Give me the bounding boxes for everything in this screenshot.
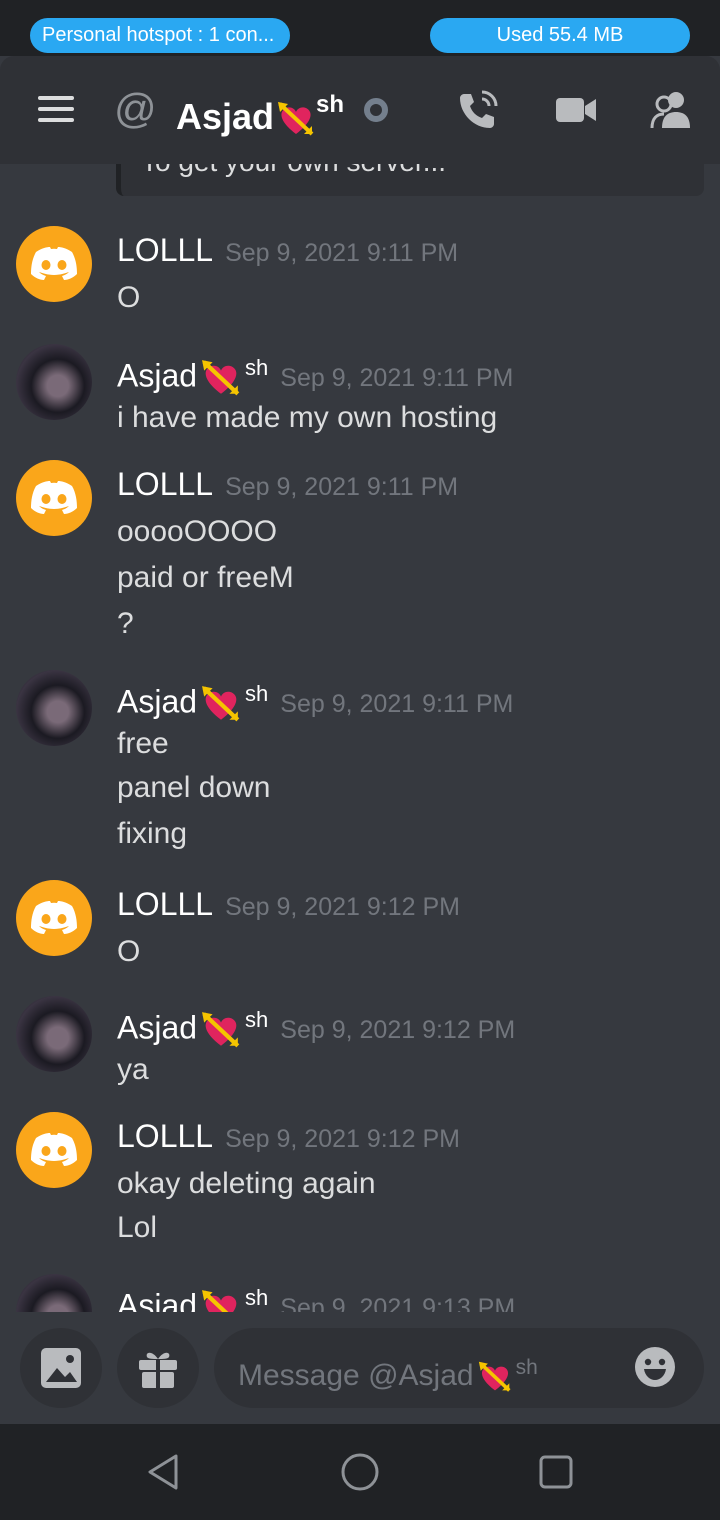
hotspot-status-pill[interactable]: Personal hotspot : 1 con... bbox=[30, 18, 290, 53]
channel-name: Asjad bbox=[176, 96, 275, 137]
timestamp: Sep 9, 2021 9:11 PM bbox=[225, 238, 459, 267]
message-author-line: Asjad sh Sep 9, 2021 9:11 PM bbox=[117, 674, 513, 724]
heart-arrow-emoji bbox=[478, 1361, 511, 1392]
members-icon[interactable] bbox=[650, 88, 694, 132]
embed-text: To get your own server... bbox=[141, 164, 446, 178]
status-indicator bbox=[364, 98, 388, 122]
call-icon[interactable] bbox=[456, 88, 500, 132]
avatar[interactable] bbox=[16, 670, 92, 746]
image-upload-button[interactable] bbox=[20, 1328, 102, 1408]
message-text: ooooOOOO bbox=[117, 515, 278, 548]
author-suffix: sh bbox=[245, 355, 269, 380]
image-icon bbox=[41, 1348, 81, 1388]
avatar[interactable] bbox=[16, 1274, 92, 1312]
author-name[interactable]: LOLLL bbox=[117, 466, 213, 502]
timestamp: Sep 9, 2021 9:11 PM bbox=[280, 364, 514, 393]
video-icon[interactable] bbox=[554, 88, 598, 132]
message-author-line: LOLLL Sep 9, 2021 9:12 PM bbox=[117, 1116, 460, 1159]
discord-logo-icon bbox=[31, 1133, 77, 1166]
message-input[interactable]: Message @Asjad sh bbox=[214, 1328, 704, 1408]
message-text: free bbox=[117, 727, 169, 760]
author-name[interactable]: Asjad bbox=[117, 1288, 197, 1312]
avatar[interactable] bbox=[16, 996, 92, 1072]
author-suffix: sh bbox=[245, 1007, 269, 1032]
avatar[interactable] bbox=[16, 460, 92, 536]
message-text: okay deleting again bbox=[117, 1167, 376, 1200]
discord-logo-icon bbox=[31, 481, 77, 514]
timestamp: Sep 9, 2021 9:11 PM bbox=[280, 690, 514, 719]
hamburger-icon[interactable] bbox=[38, 96, 74, 122]
message-author-line: Asjad sh Sep 9, 2021 9:12 PM bbox=[117, 1000, 515, 1050]
avatar[interactable] bbox=[16, 226, 92, 302]
avatar[interactable] bbox=[16, 1112, 92, 1188]
author-name[interactable]: LOLLL bbox=[117, 1118, 213, 1154]
avatar[interactable] bbox=[16, 344, 92, 420]
message-text: O bbox=[117, 935, 141, 968]
home-icon[interactable] bbox=[340, 1452, 380, 1492]
author-suffix: sh bbox=[245, 681, 269, 706]
status-bar: Personal hotspot : 1 con... Used 55.4 MB bbox=[0, 0, 720, 56]
author-name[interactable]: Asjad bbox=[117, 684, 197, 720]
at-icon: @ bbox=[114, 85, 157, 132]
timestamp: Sep 9, 2021 9:13 PM bbox=[280, 1294, 516, 1312]
message-list[interactable]: To get your own server... LOLLL Sep 9, 20… bbox=[0, 164, 720, 1312]
message-embed[interactable]: To get your own server... bbox=[116, 164, 704, 196]
message-text: O bbox=[117, 281, 141, 314]
message-author-line: Asjad sh Sep 9, 2021 9:11 PM bbox=[117, 348, 513, 398]
gift-icon bbox=[139, 1352, 177, 1388]
heart-arrow-emoji bbox=[202, 1012, 240, 1048]
data-usage-pill[interactable]: Used 55.4 MB bbox=[430, 18, 690, 53]
channel-name-suffix: sh bbox=[316, 91, 345, 118]
message-text: ya bbox=[117, 1053, 149, 1086]
recents-icon[interactable] bbox=[536, 1452, 576, 1492]
channel-title: Asjad sh bbox=[176, 86, 344, 140]
message-text: fixing bbox=[117, 817, 188, 850]
author-name[interactable]: LOLLL bbox=[117, 886, 213, 922]
emoji-icon[interactable] bbox=[634, 1346, 676, 1388]
gift-button[interactable] bbox=[117, 1328, 199, 1408]
placeholder-suffix: sh bbox=[515, 1356, 538, 1379]
system-nav-bar bbox=[0, 1424, 720, 1520]
timestamp: Sep 9, 2021 9:11 PM bbox=[225, 472, 459, 501]
message-text: panel down bbox=[117, 771, 271, 804]
timestamp: Sep 9, 2021 9:12 PM bbox=[225, 892, 460, 921]
timestamp: Sep 9, 2021 9:12 PM bbox=[225, 1124, 460, 1153]
message-author-line: LOLLL Sep 9, 2021 9:12 PM bbox=[117, 884, 460, 927]
message-text: paid or freeM bbox=[117, 561, 294, 594]
heart-arrow-emoji bbox=[202, 1290, 237, 1312]
discord-logo-icon bbox=[31, 901, 77, 934]
message-input-placeholder: Message @Asjad sh bbox=[238, 1348, 538, 1396]
message-composer: Message @Asjad sh bbox=[0, 1312, 720, 1424]
message-author-line: Asjad sh Sep 9, 2021 9:13 PM bbox=[117, 1278, 515, 1312]
message-author-line: LOLLL Sep 9, 2021 9:11 PM bbox=[117, 464, 458, 507]
timestamp: Sep 9, 2021 9:12 PM bbox=[280, 1016, 516, 1045]
heart-arrow-emoji bbox=[202, 686, 240, 722]
avatar[interactable] bbox=[16, 880, 92, 956]
message-author-line: LOLLL Sep 9, 2021 9:11 PM bbox=[117, 230, 458, 273]
author-name[interactable]: LOLLL bbox=[117, 232, 213, 268]
heart-arrow-emoji bbox=[202, 360, 240, 396]
author-name[interactable]: Asjad bbox=[117, 1010, 197, 1046]
message-text: Lol bbox=[117, 1211, 158, 1244]
placeholder-text: Message @Asjad bbox=[238, 1359, 474, 1392]
back-icon[interactable] bbox=[144, 1452, 184, 1492]
message-text: i have made my own hosting bbox=[117, 401, 498, 434]
discord-logo-icon bbox=[31, 247, 77, 280]
author-suffix: sh bbox=[245, 1285, 269, 1310]
message-text: ? bbox=[117, 607, 134, 640]
heart-arrow-emoji bbox=[278, 102, 314, 136]
channel-header: @ Asjad sh bbox=[0, 56, 720, 164]
author-name[interactable]: Asjad bbox=[117, 358, 197, 394]
